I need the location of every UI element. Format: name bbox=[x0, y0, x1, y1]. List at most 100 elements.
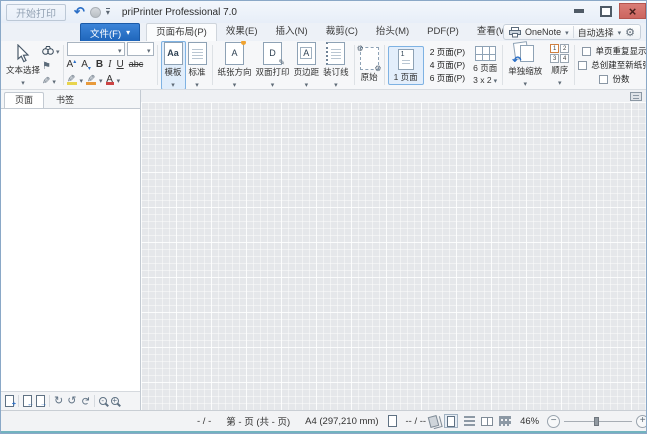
font-name-combobox[interactable] bbox=[67, 42, 125, 56]
rotate-left-icon[interactable]: ↺ bbox=[67, 395, 76, 407]
grid-size-value: 3 x 2 bbox=[473, 75, 491, 85]
restore-button[interactable] bbox=[592, 3, 619, 19]
paper-mode[interactable]: 自动选择 bbox=[578, 26, 614, 39]
single-page-view-icon[interactable] bbox=[444, 414, 458, 428]
customize-quick-access-icon[interactable] bbox=[106, 8, 110, 16]
new-sheet-checkbox[interactable]: 总创建至新纸张 bbox=[578, 59, 646, 71]
pen-tool-button[interactable] bbox=[42, 74, 60, 87]
zoom-out-thumbnails-icon[interactable] bbox=[99, 397, 107, 405]
sidebar-tab-pages[interactable]: 页面 bbox=[4, 92, 44, 108]
divider bbox=[94, 395, 95, 407]
bold-button[interactable]: B bbox=[96, 59, 103, 70]
order-button[interactable]: 1 2 3 4 顺序 bbox=[548, 44, 571, 87]
extract-page-icon[interactable] bbox=[36, 395, 45, 407]
chevron-down-icon[interactable] bbox=[99, 75, 103, 86]
shrink-font-button[interactable]: A bbox=[81, 59, 91, 70]
duplex-icon: D ✎ bbox=[263, 42, 282, 65]
underline-button[interactable]: U bbox=[116, 59, 123, 70]
facing-pages-view-icon[interactable] bbox=[480, 414, 494, 428]
four-pages-option[interactable]: 4 页面(P) bbox=[427, 59, 468, 72]
file-menu-label: 文件(F) bbox=[90, 26, 121, 40]
six-pages-grid-button[interactable]: 6 页面 3 x 2 bbox=[471, 46, 499, 85]
tab-letterhead[interactable]: 抬头(M) bbox=[367, 23, 418, 41]
tab-effects[interactable]: 效果(E) bbox=[217, 23, 267, 41]
undo-icon[interactable] bbox=[74, 3, 85, 21]
touch-keyboard-icon[interactable] bbox=[630, 92, 642, 101]
zoom-in-button[interactable]: + bbox=[636, 415, 647, 428]
gutter-button[interactable]: 装订线 bbox=[321, 42, 351, 89]
grow-font-button[interactable]: A bbox=[67, 59, 77, 70]
ribbon: 文本选择 bbox=[1, 41, 646, 90]
find-button[interactable] bbox=[42, 44, 60, 57]
margins-button[interactable]: A 页边距 bbox=[292, 42, 322, 89]
printer-name[interactable]: OneNote bbox=[525, 27, 561, 37]
six-pages-grid-label: 6 页面 bbox=[473, 62, 497, 74]
text-highlight-button[interactable] bbox=[86, 75, 96, 85]
thumbnail-rows-view-icon[interactable] bbox=[462, 414, 476, 428]
order-icon: 1 2 3 4 bbox=[550, 44, 569, 63]
template-button[interactable]: Aa 模板 bbox=[161, 41, 186, 90]
zoom-out-button[interactable]: − bbox=[547, 415, 560, 428]
tab-page-layout[interactable]: 页面布局(P) bbox=[146, 23, 217, 41]
sidebar-tab-bookmarks[interactable]: 书签 bbox=[45, 92, 85, 108]
gear-icon[interactable] bbox=[625, 26, 635, 39]
original-button[interactable]: ⚙ ⚙ 原始 bbox=[358, 47, 381, 83]
text-select-button[interactable]: 文本选择 bbox=[4, 44, 42, 87]
checkbox-icon bbox=[599, 75, 608, 84]
chevron-down-icon[interactable] bbox=[618, 27, 622, 37]
zoom-level: 46% bbox=[520, 416, 539, 427]
tab-pdf[interactable]: PDF(P) bbox=[418, 23, 468, 41]
zoom-slider-thumb[interactable] bbox=[594, 417, 599, 426]
highlighter-button[interactable] bbox=[67, 75, 77, 85]
orientation-button[interactable]: A 纸张方向 bbox=[216, 42, 254, 89]
redo-icon[interactable] bbox=[90, 7, 101, 18]
zoom-in-thumbnails-icon[interactable] bbox=[111, 397, 119, 405]
margins-label: 页边距 bbox=[294, 66, 320, 78]
page-thumbnails-panel[interactable] bbox=[1, 108, 140, 391]
tab-crop[interactable]: 裁剪(C) bbox=[317, 23, 367, 41]
minimize-button[interactable] bbox=[565, 3, 592, 19]
margins-icon: A bbox=[297, 42, 316, 65]
chevron-down-icon[interactable] bbox=[80, 75, 84, 86]
individual-scale-button[interactable]: ↶ 单独缩放 bbox=[506, 42, 544, 88]
chevron-down-icon[interactable] bbox=[565, 27, 569, 37]
rotate-right-icon[interactable]: ↻ bbox=[54, 395, 63, 407]
canvas-area bbox=[141, 90, 646, 410]
close-button[interactable] bbox=[619, 3, 646, 19]
rotate-180-icon[interactable]: ↻ bbox=[79, 396, 91, 405]
standard-button[interactable]: 标准 bbox=[186, 42, 209, 89]
marker-pen-icon bbox=[87, 75, 95, 84]
one-page-button[interactable]: 1 1 页面 bbox=[388, 46, 424, 85]
six-pages-option[interactable]: 6 页面(P) bbox=[427, 72, 468, 85]
document-canvas[interactable] bbox=[141, 102, 646, 410]
file-menu-button[interactable]: 文件(F) bbox=[80, 23, 140, 41]
copies-label: 份数 bbox=[612, 73, 629, 85]
duplex-button[interactable]: D ✎ 双面打印 bbox=[254, 42, 292, 89]
chevron-down-icon[interactable] bbox=[117, 75, 121, 86]
start-print-button[interactable]: 开始打印 bbox=[6, 4, 66, 21]
insert-page-icon[interactable] bbox=[23, 395, 32, 407]
font-color-button[interactable]: A bbox=[106, 75, 114, 85]
one-page-label: 1 页面 bbox=[394, 71, 418, 83]
printer-selector: OneNote 自动选择 bbox=[503, 24, 641, 40]
tab-insert[interactable]: 插入(N) bbox=[267, 23, 317, 41]
orientation-icon: A bbox=[225, 42, 244, 65]
divider bbox=[502, 45, 503, 85]
copies-checkbox[interactable]: 份数 bbox=[599, 73, 629, 85]
strikethrough-button[interactable]: abc bbox=[129, 59, 144, 69]
repeat-page-checkbox[interactable]: 单页重复显示 bbox=[582, 45, 646, 57]
chevron-down-icon bbox=[118, 41, 122, 58]
zoom-slider[interactable] bbox=[564, 415, 632, 428]
italic-button[interactable]: I bbox=[108, 59, 111, 70]
marker-button[interactable] bbox=[42, 59, 60, 72]
template-group: Aa 模板 标准 bbox=[159, 43, 211, 87]
template-icon: Aa bbox=[164, 42, 183, 65]
add-page-icon[interactable] bbox=[5, 395, 14, 407]
font-size-combobox[interactable] bbox=[127, 42, 154, 56]
multi-page-view-icon[interactable] bbox=[426, 414, 440, 428]
status-bar: - / - 第 - 页 (共 - 页) A4 (297,210 mm) -- /… bbox=[1, 410, 646, 433]
pencil-icon: ✎ bbox=[278, 58, 285, 67]
two-pages-option[interactable]: 2 页面(P) bbox=[427, 46, 468, 59]
paper-size: A4 (297,210 mm) bbox=[305, 416, 378, 427]
grid-view-icon[interactable] bbox=[498, 414, 512, 428]
